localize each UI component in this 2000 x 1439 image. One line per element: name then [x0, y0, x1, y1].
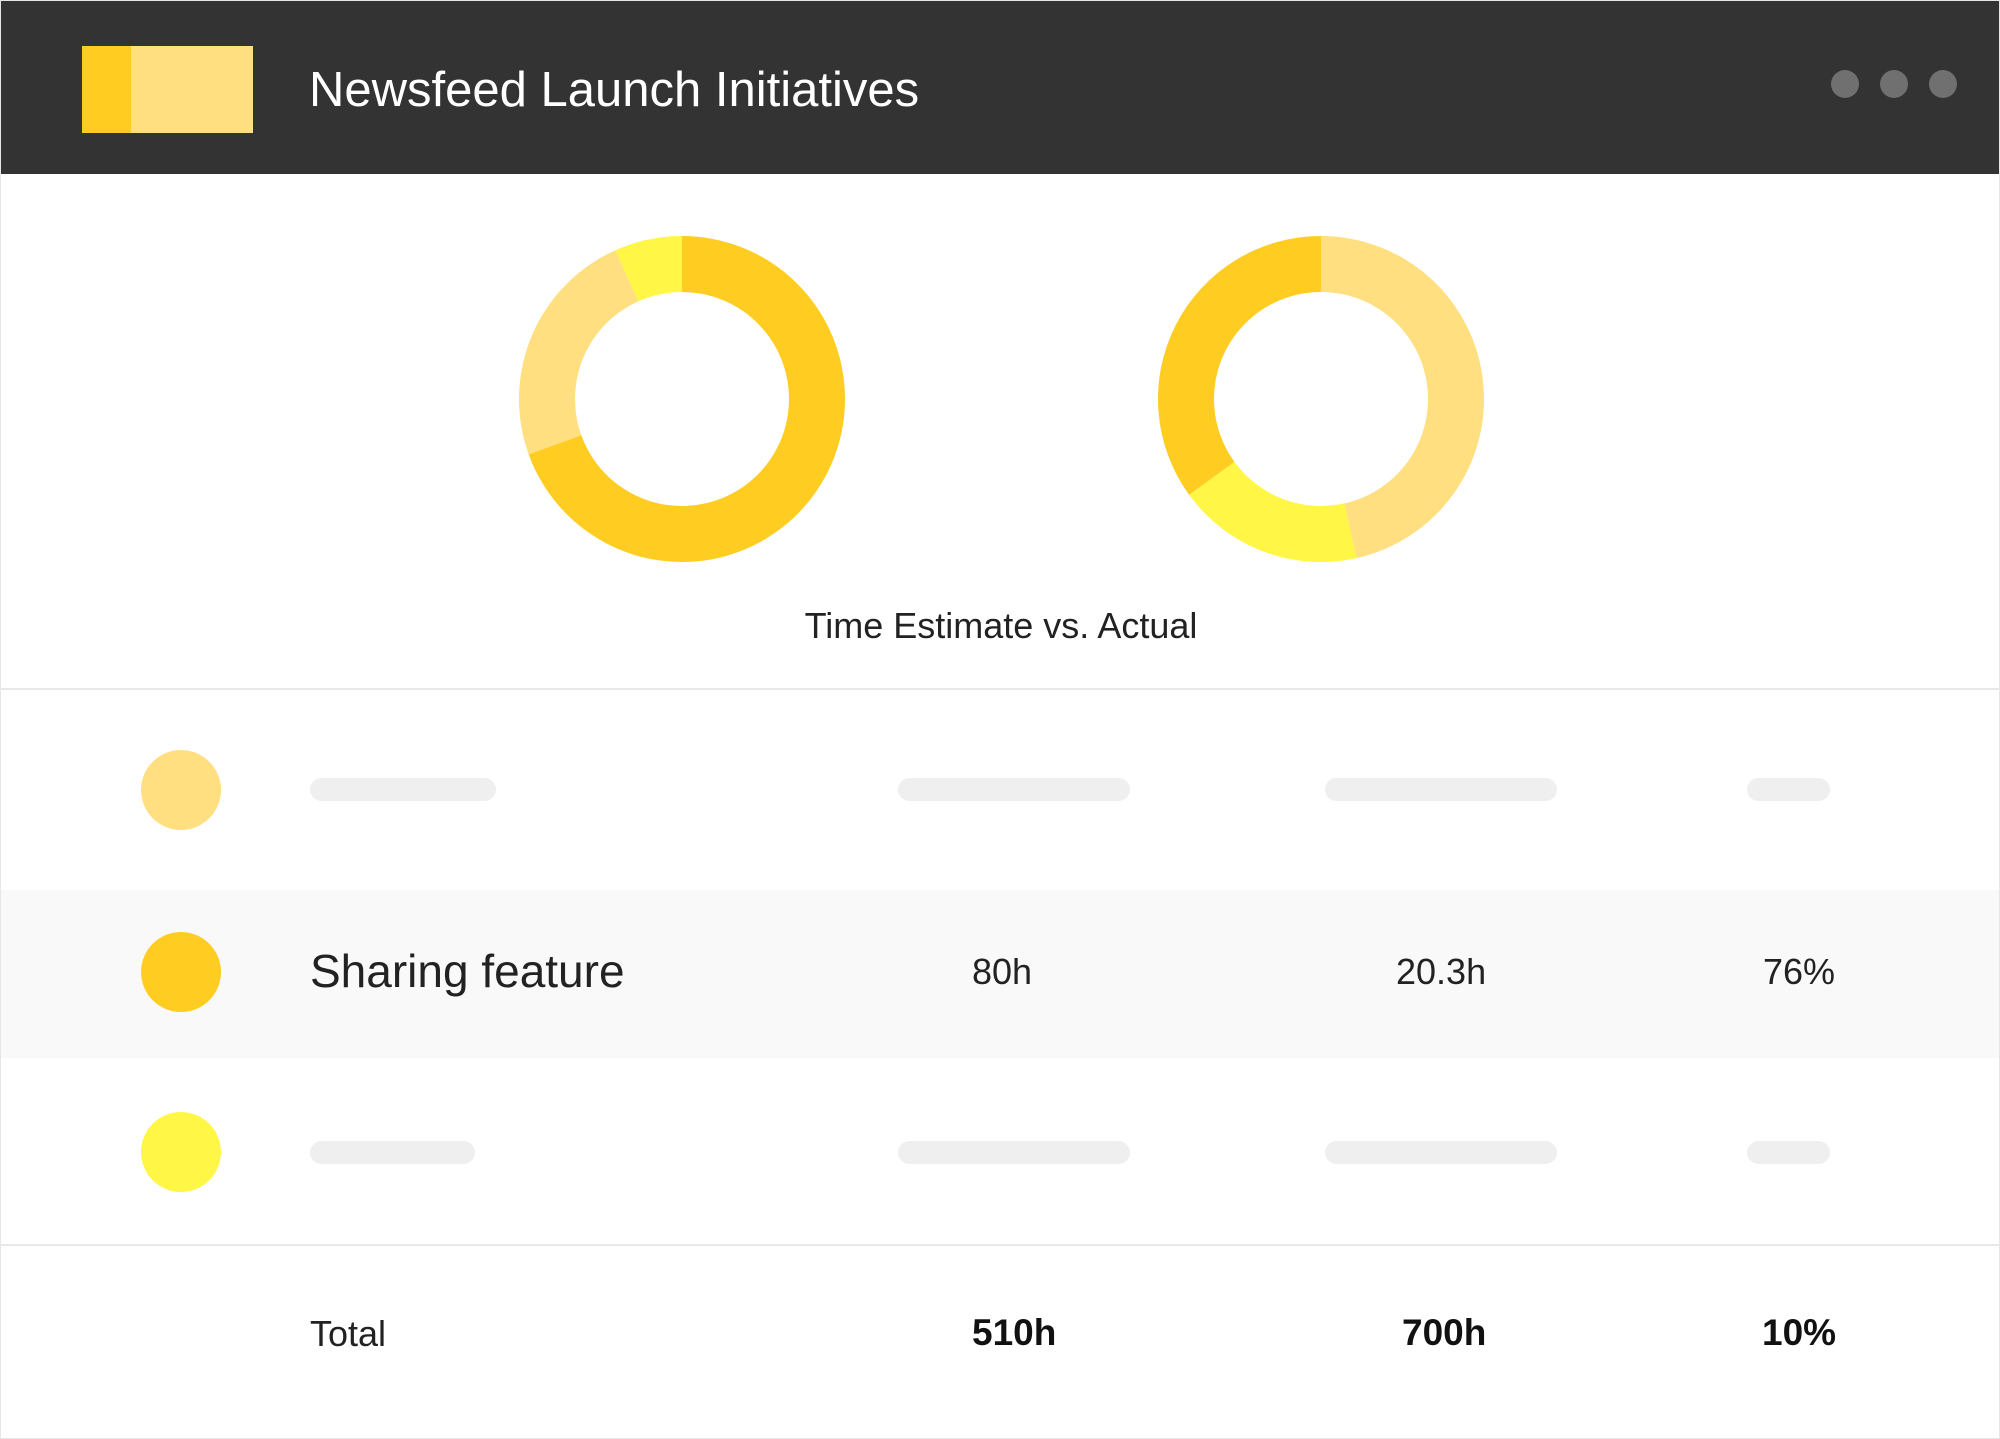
- actual-value: 20.3h: [1396, 951, 1487, 992]
- total-row: Total 510h 700h 10%: [1, 1246, 1999, 1438]
- skeleton-name: [310, 778, 496, 801]
- donut-chart: [519, 236, 845, 562]
- skeleton-percent: [1747, 778, 1830, 801]
- table-row[interactable]: [1, 1058, 1999, 1244]
- skeleton-percent: [1747, 1141, 1830, 1164]
- color-swatch: [141, 1112, 221, 1192]
- color-swatch: [141, 750, 221, 830]
- task-name: Sharing feature: [310, 945, 625, 997]
- donut-chart: [1158, 236, 1484, 562]
- page-title: Newsfeed Launch Initiatives: [309, 63, 920, 117]
- menu-dot-icon[interactable]: [1831, 70, 1859, 98]
- skeleton-actual: [1325, 778, 1557, 801]
- skeleton-name: [310, 1141, 475, 1164]
- total-percent: 10%: [1762, 1312, 1837, 1353]
- donut-slice: [519, 250, 639, 455]
- skeleton-actual: [1325, 1141, 1557, 1164]
- menu-dot-icon[interactable]: [1880, 70, 1908, 98]
- app-logo: [82, 46, 253, 133]
- skeleton-estimate: [898, 1141, 1130, 1164]
- donut-charts: [519, 236, 1484, 562]
- donut-slice: [1158, 236, 1321, 495]
- logo-segment-dark: [82, 46, 131, 133]
- skeleton-estimate: [898, 778, 1130, 801]
- table-row-highlighted[interactable]: Sharing feature 80h 20.3h 76%: [1, 890, 1999, 1058]
- table-row[interactable]: [1, 690, 1999, 890]
- percent-value: 76%: [1763, 951, 1836, 992]
- app-window: Newsfeed Launch Initiatives Time Estimat…: [0, 0, 2000, 1439]
- color-swatch: [141, 932, 221, 1012]
- donut-slice: [1189, 461, 1357, 562]
- total-actual: 700h: [1402, 1312, 1487, 1353]
- window-menu-button[interactable]: [1831, 70, 1957, 98]
- chart-title: Time Estimate vs. Actual: [804, 605, 1198, 646]
- total-label: Total: [310, 1313, 387, 1354]
- logo-segment-light: [131, 46, 253, 133]
- menu-dot-icon[interactable]: [1929, 70, 1957, 98]
- total-estimate: 510h: [972, 1312, 1057, 1353]
- estimate-value: 80h: [972, 951, 1033, 992]
- title-bar: Newsfeed Launch Initiatives: [1, 1, 1999, 174]
- chart-section: Time Estimate vs. Actual: [1, 174, 1999, 690]
